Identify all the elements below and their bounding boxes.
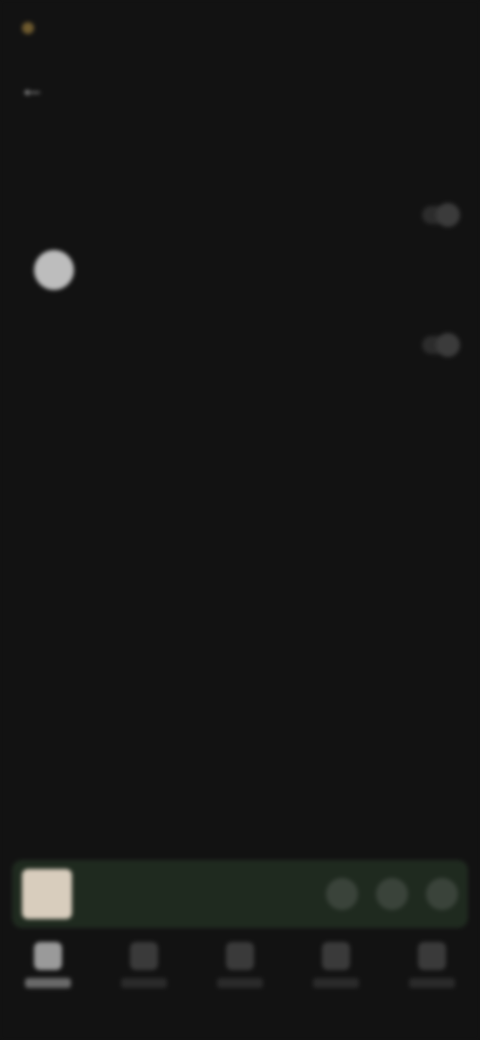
search-icon <box>130 942 158 970</box>
play-icon[interactable] <box>426 878 458 910</box>
like-icon[interactable] <box>376 878 408 910</box>
nav-item-create[interactable] <box>397 942 467 988</box>
nav-label <box>121 978 167 988</box>
nav-item-home[interactable] <box>13 942 83 988</box>
user-row[interactable] <box>22 250 458 290</box>
toggle-switch[interactable] <box>422 333 460 357</box>
nav-label <box>313 978 359 988</box>
back-arrow-icon: ← <box>19 72 45 103</box>
bottom-nav <box>0 930 480 1010</box>
avatar <box>34 250 74 290</box>
mini-player-controls <box>326 878 458 910</box>
status-left <box>22 22 42 34</box>
setting-row-3[interactable] <box>22 318 460 357</box>
nav-label <box>409 978 455 988</box>
create-icon <box>418 942 446 970</box>
home-icon <box>34 942 62 970</box>
nav-label <box>217 978 263 988</box>
nav-item-search[interactable] <box>109 942 179 988</box>
toggle-switch[interactable] <box>422 203 460 227</box>
settings-content <box>0 120 480 370</box>
devices-icon[interactable] <box>326 878 358 910</box>
setting-row-2[interactable] <box>22 188 460 227</box>
library-icon <box>226 942 254 970</box>
premium-icon <box>322 942 350 970</box>
nav-item-library[interactable] <box>205 942 275 988</box>
mini-player[interactable] <box>12 860 468 928</box>
album-art <box>22 869 72 919</box>
setting-row-1[interactable] <box>22 144 458 170</box>
nav-label <box>25 978 71 988</box>
back-button[interactable]: ← <box>10 66 54 110</box>
nav-item-premium[interactable] <box>301 942 371 988</box>
notification-dot-icon <box>22 22 34 34</box>
status-bar <box>0 0 480 56</box>
app-bar: ← <box>0 56 480 120</box>
